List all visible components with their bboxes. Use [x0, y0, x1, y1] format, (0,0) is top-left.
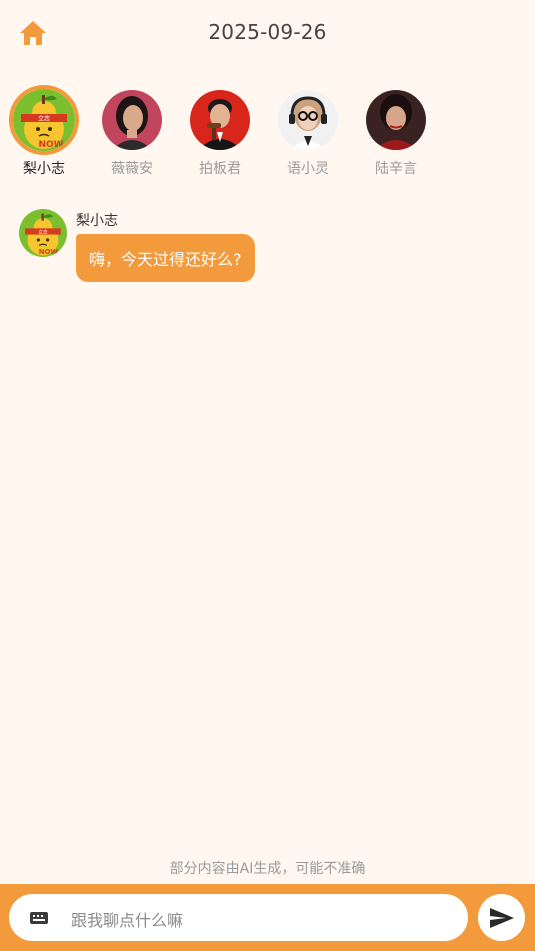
- send-button[interactable]: [478, 894, 525, 941]
- svg-text:NOW: NOW: [38, 140, 63, 150]
- persona-name: 语小灵: [287, 161, 329, 177]
- keyboard-icon[interactable]: [29, 908, 49, 928]
- input-bar: 跟我聊点什么嘛: [0, 884, 535, 951]
- avatar: [190, 90, 250, 150]
- persona-item-luxinyan[interactable]: 陆辛言: [352, 84, 440, 178]
- persona-selector: 立志 NOW 梨小志 薇薇安 拍板君 语小灵 陆辛言: [0, 84, 535, 184]
- avatar: [366, 90, 426, 150]
- persona-name: 陆辛言: [375, 161, 417, 177]
- message-input[interactable]: 跟我聊点什么嘛: [9, 894, 468, 941]
- pear-mascot-icon: 立志 NOW: [13, 89, 75, 151]
- persona-item-weiweian[interactable]: 薇薇安: [88, 84, 176, 178]
- svg-text:立志: 立志: [38, 115, 50, 123]
- header: 2025-09-26: [0, 0, 535, 66]
- avatar[interactable]: 立志 NOW: [19, 209, 67, 257]
- persona-name: 薇薇安: [111, 161, 153, 177]
- man-gavel-portrait-icon: [190, 90, 250, 150]
- persona-name: 梨小志: [23, 161, 65, 177]
- woman-headset-portrait-icon: [278, 90, 338, 150]
- woman-portrait-icon: [102, 90, 162, 150]
- svg-text:NOW: NOW: [39, 248, 59, 256]
- avatar: [278, 90, 338, 150]
- message-sender: 梨小志: [76, 213, 118, 229]
- pear-mascot-icon: 立志 NOW: [19, 209, 67, 257]
- persona-item-yuxiaoling[interactable]: 语小灵: [264, 84, 352, 178]
- message-bubble: 嗨，今天过得还好么?: [76, 234, 255, 282]
- woman-red-portrait-icon: [366, 90, 426, 150]
- persona-item-lixiaozhi[interactable]: 立志 NOW 梨小志: [0, 84, 88, 178]
- ai-disclaimer: 部分内容由AI生成，可能不准确: [169, 861, 366, 877]
- avatar: 立志 NOW: [9, 85, 79, 155]
- input-placeholder: 跟我聊点什么嘛: [71, 911, 184, 930]
- persona-name: 拍板君: [199, 161, 241, 177]
- avatar: [102, 90, 162, 150]
- date-title: 2025-09-26: [208, 20, 327, 44]
- send-icon: [489, 907, 514, 928]
- persona-item-paibanjun[interactable]: 拍板君: [176, 84, 264, 178]
